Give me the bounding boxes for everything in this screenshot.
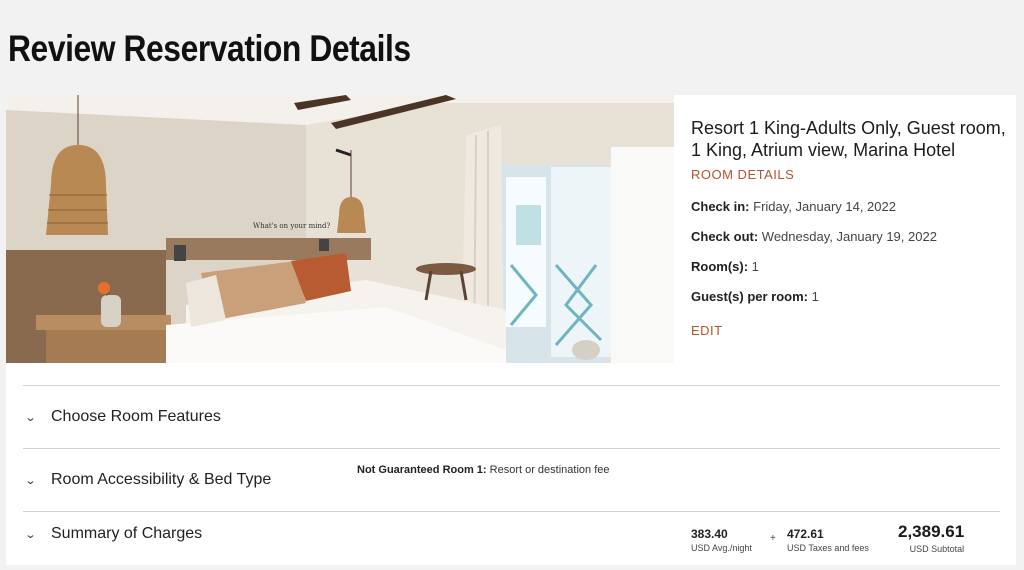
taxes-amount: 472.61 xyxy=(787,527,824,541)
section-label: Choose Room Features xyxy=(51,408,221,425)
check-out-value: Wednesday, January 19, 2022 xyxy=(761,229,937,244)
room-photo: What's on your mind? xyxy=(6,95,674,363)
section-label: Room Accessibility & Bed Type xyxy=(51,471,272,488)
guests-row: Guest(s) per room: 1 xyxy=(691,289,1006,304)
room-name: Resort 1 King-Adults Only, Guest room, 1… xyxy=(691,118,1006,160)
rooms-label: Room(s): xyxy=(691,259,749,274)
chevron-down-icon: ⌄ xyxy=(24,411,37,424)
chevron-down-icon: ⌄ xyxy=(24,474,37,487)
page-title: Review Reservation Details xyxy=(8,28,411,69)
edit-link[interactable]: EDIT xyxy=(691,323,723,338)
not-guaranteed-notice: Not Guaranteed Room 1: Resort or destina… xyxy=(357,464,610,476)
check-in-label: Check in: xyxy=(691,199,750,214)
avg-night-charge: 383.40 USD Avg./night xyxy=(691,527,752,553)
guests-value: 1 xyxy=(811,289,819,304)
section-label: Summary of Charges xyxy=(51,525,203,542)
avg-night-amount: 383.40 xyxy=(691,527,728,541)
choose-room-features-toggle[interactable]: ⌄ Choose Room Features xyxy=(24,408,221,426)
check-out-row: Check out: Wednesday, January 19, 2022 xyxy=(691,229,1006,244)
check-in-value: Friday, January 14, 2022 xyxy=(753,199,896,214)
taxes-label: USD Taxes and fees xyxy=(787,543,869,553)
room-accessibility-toggle[interactable]: ⌄ Room Accessibility & Bed Type xyxy=(24,471,272,489)
room-details-link[interactable]: ROOM DETAILS xyxy=(691,167,794,182)
check-out-label: Check out: xyxy=(691,229,759,244)
subtotal-label: USD Subtotal xyxy=(909,544,965,554)
room-info: Resort 1 King-Adults Only, Guest room, 1… xyxy=(691,117,1006,340)
divider xyxy=(23,385,1000,386)
not-guaranteed-text: Resort or destination fee xyxy=(489,464,610,476)
chevron-down-icon: ⌄ xyxy=(24,528,37,541)
plus-sign: + xyxy=(770,533,776,544)
summary-of-charges-toggle[interactable]: ⌄ Summary of Charges xyxy=(24,525,203,543)
subtotal-amount: 2,389.61 xyxy=(898,522,965,541)
subtotal-charge: 2,389.61 USD Subtotal xyxy=(898,522,964,554)
wall-handwriting: What's on your mind? xyxy=(253,222,330,230)
reservation-card: What's on your mind? Resort 1 King-Adult… xyxy=(6,95,1016,565)
rooms-value: 1 xyxy=(751,259,759,274)
avg-night-label: USD Avg./night xyxy=(691,543,752,553)
check-in-row: Check in: Friday, January 14, 2022 xyxy=(691,199,1006,214)
not-guaranteed-label: Not Guaranteed Room 1: xyxy=(357,464,487,476)
divider xyxy=(23,511,1000,512)
taxes-charge: 472.61 USD Taxes and fees xyxy=(787,527,869,553)
divider xyxy=(23,448,1000,449)
guests-label: Guest(s) per room: xyxy=(691,289,809,304)
rooms-row: Room(s): 1 xyxy=(691,259,1006,274)
